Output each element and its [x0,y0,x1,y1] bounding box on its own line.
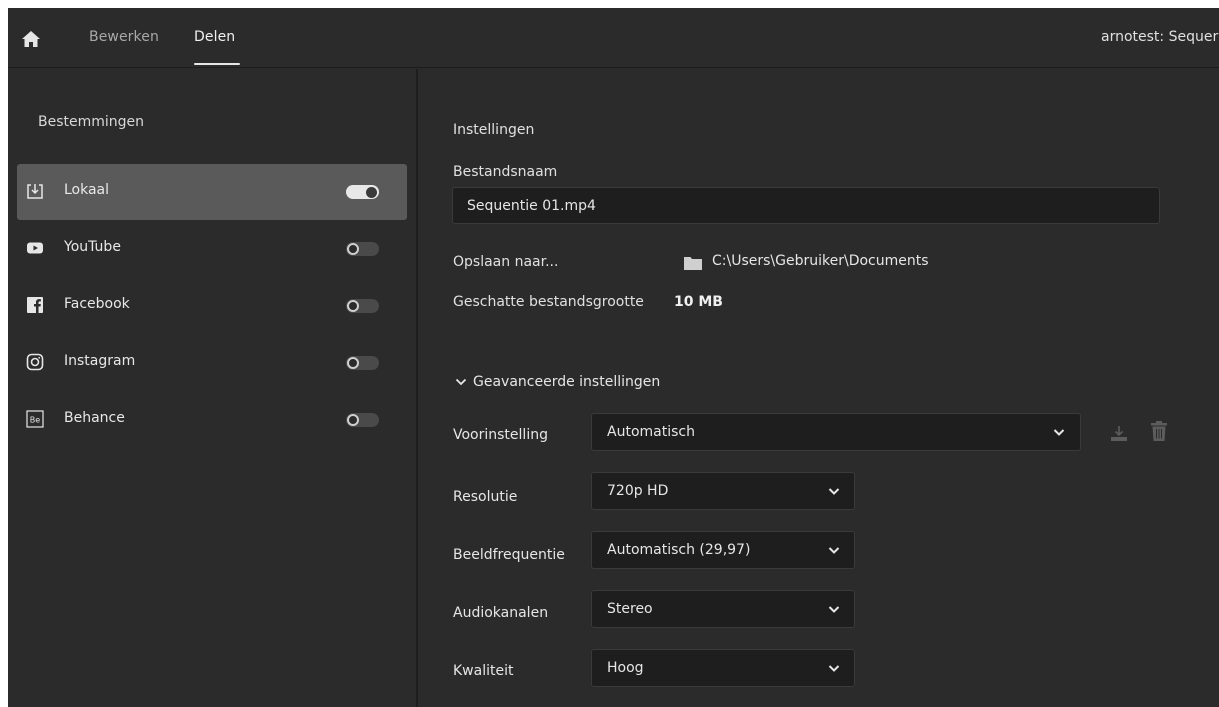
sidebar-item-label: Instagram [64,353,136,369]
advanced-settings-label: Geavanceerde instellingen [473,374,661,390]
local-export-icon [27,184,43,199]
quality-value: Hoog [607,660,644,676]
app-window: Bewerken Delen arnotest: Sequer Bestemmi… [8,8,1219,707]
estimated-size-value: 10 MB [674,294,723,310]
save-to-label: Opslaan naar... [453,254,559,270]
preset-label: Voorinstelling [453,427,548,443]
audio-channels-value: Stereo [607,601,653,617]
top-bar: Bewerken Delen arnotest: Sequer [8,8,1219,68]
youtube-icon [27,242,43,254]
sidebar-item-label: Lokaal [64,182,110,198]
framerate-label: Beeldfrequentie [453,547,565,563]
estimated-size-label: Geschatte bestandsgrootte [453,294,644,310]
resolution-label: Resolutie [453,489,518,505]
facebook-icon [27,297,43,313]
svg-text:Be: Be [30,416,40,425]
resolution-value: 720p HD [607,483,669,499]
chevron-down-icon [455,378,467,386]
filename-input[interactable] [452,187,1160,224]
facebook-toggle[interactable] [346,299,379,313]
tab-bewerken[interactable]: Bewerken [89,29,159,45]
chevron-down-icon [1053,429,1065,436]
chevron-down-icon [828,547,840,554]
behance-toggle[interactable] [346,413,379,427]
save-path[interactable]: C:\Users\Gebruiker\Documents [712,253,929,269]
preset-select[interactable]: Automatisch [591,413,1081,451]
resolution-select[interactable]: 720p HD [591,472,855,510]
chevron-down-icon [828,488,840,495]
lokaal-toggle[interactable] [346,185,379,199]
chevron-down-icon [828,665,840,672]
sidebar-item-label: YouTube [64,239,121,255]
folder-icon[interactable] [684,256,702,270]
settings-panel: Instellingen Bestandsnaam Opslaan naar..… [420,69,1219,707]
instagram-icon [26,353,44,371]
tab-delen[interactable]: Delen [194,29,235,45]
sidebar-item-behance[interactable]: Be Behance [17,392,407,448]
behance-icon: Be [26,410,44,428]
filename-label: Bestandsnaam [453,164,558,180]
instagram-toggle[interactable] [346,356,379,370]
home-icon[interactable] [21,30,41,48]
quality-select[interactable]: Hoog [591,649,855,687]
youtube-toggle[interactable] [346,242,379,256]
project-title: arnotest: Sequer [1101,29,1219,45]
sidebar-title: Bestemmingen [38,114,145,130]
trash-icon[interactable] [1151,421,1167,441]
framerate-select[interactable]: Automatisch (29,97) [591,531,855,569]
preset-value: Automatisch [607,424,695,440]
chevron-down-icon [828,606,840,613]
active-tab-indicator [194,63,240,65]
framerate-value: Automatisch (29,97) [607,542,751,558]
settings-title: Instellingen [453,122,535,138]
quality-label: Kwaliteit [453,663,514,679]
sidebar-item-label: Behance [64,410,125,426]
download-preset-icon[interactable] [1110,424,1128,442]
sidebar-item-youtube[interactable]: YouTube [17,221,407,277]
audio-channels-label: Audiokanalen [453,605,549,621]
sidebar-item-instagram[interactable]: Instagram [17,335,407,391]
sidebar-item-facebook[interactable]: Facebook [17,278,407,334]
sidebar-item-lokaal[interactable]: Lokaal [17,164,407,220]
sidebar-item-label: Facebook [64,296,130,312]
destinations-sidebar: Bestemmingen Lokaal YouTube Facebook Ins… [8,69,418,707]
audio-channels-select[interactable]: Stereo [591,590,855,628]
